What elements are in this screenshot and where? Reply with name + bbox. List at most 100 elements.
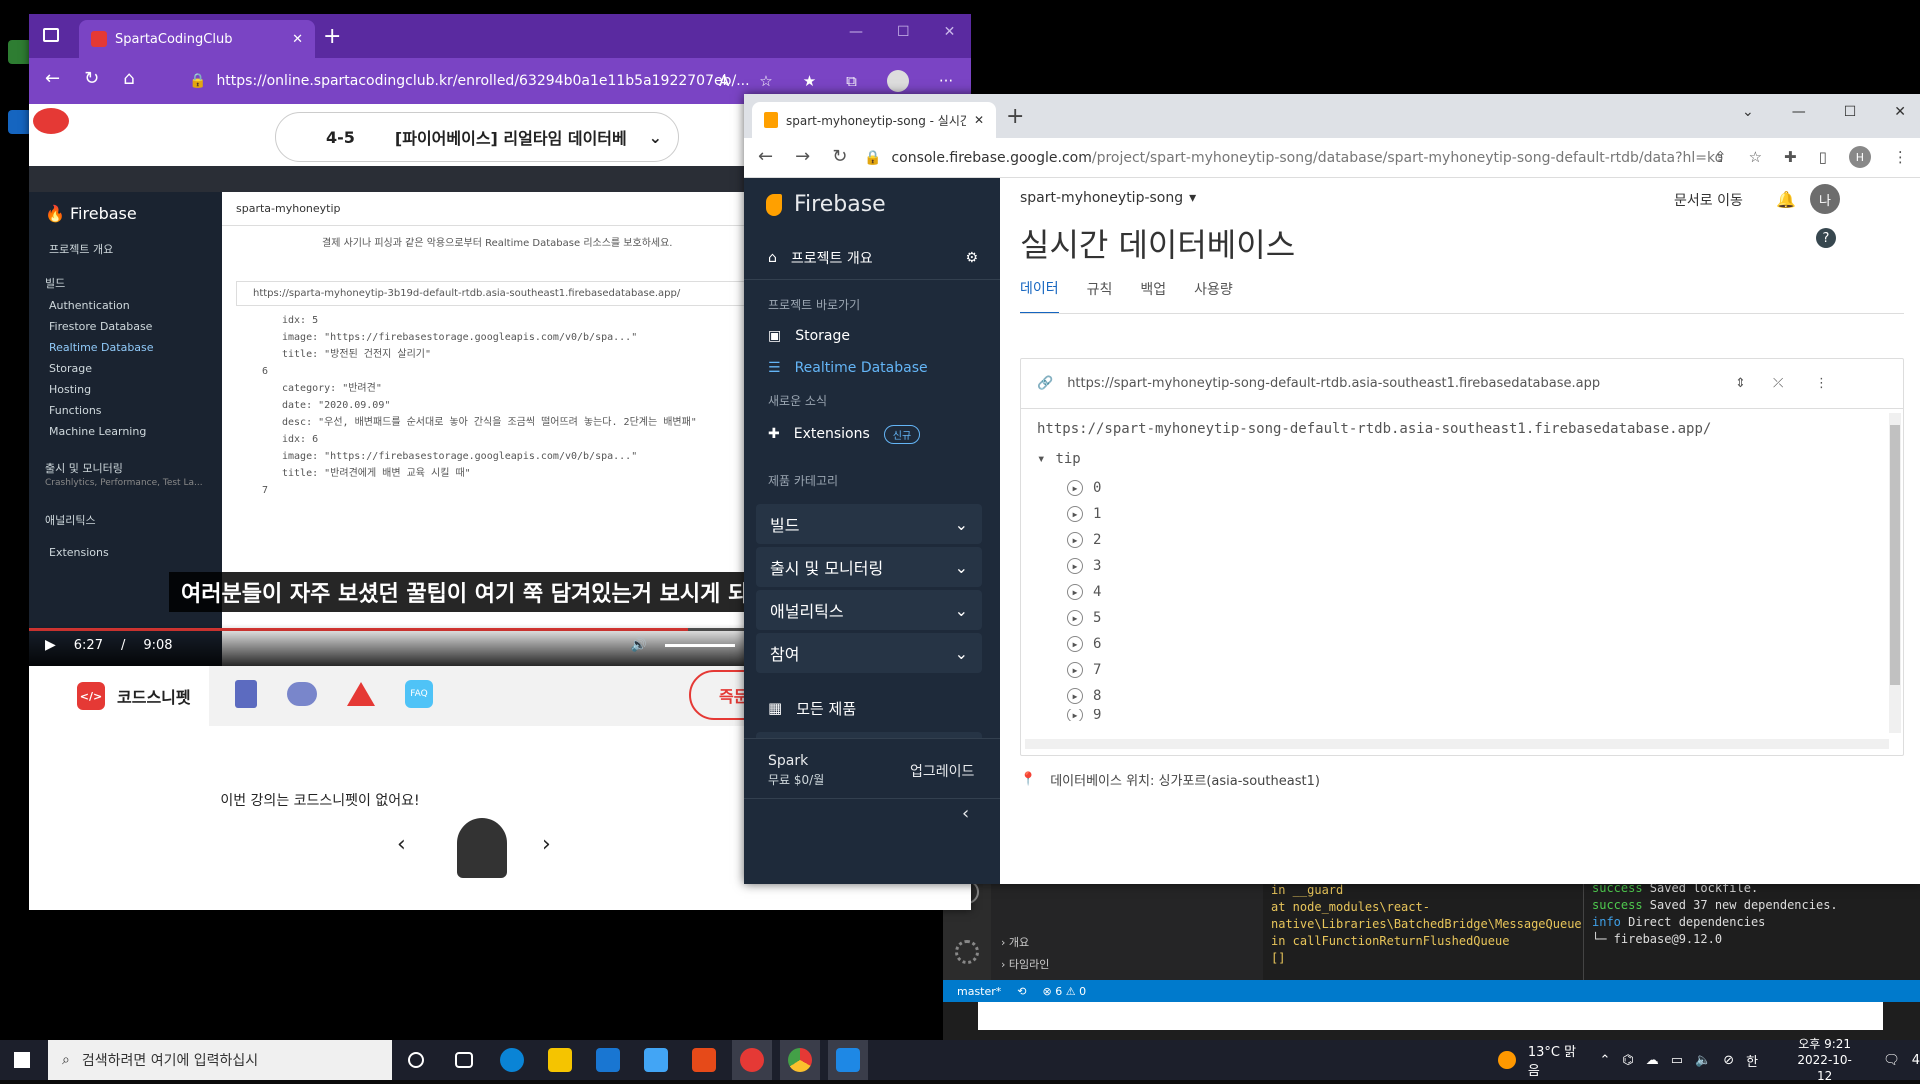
lecture-selector[interactable]: 4-5 [파이어베이스] 리얼타임 데이터베 ⌄ xyxy=(275,112,679,162)
play-icon[interactable]: ▶ xyxy=(45,637,56,653)
new-tab-icon[interactable]: + xyxy=(323,24,341,49)
collections-icon[interactable]: ⧉ xyxy=(846,72,857,90)
weather-icon[interactable] xyxy=(1498,1051,1516,1069)
sparta-app-icon[interactable] xyxy=(732,1040,772,1080)
carousel-next-icon[interactable]: › xyxy=(542,832,551,857)
notifications-bell-icon[interactable]: 🔔 xyxy=(1776,190,1796,209)
close-window-icon[interactable]: ✕ xyxy=(944,24,956,40)
close-tab-icon[interactable]: ✕ xyxy=(292,32,303,47)
side-panel-icon[interactable]: ▯ xyxy=(1819,148,1827,166)
more-menu-icon[interactable]: ⋮ xyxy=(1893,148,1908,166)
tree-child-row[interactable]: ▶ 4 xyxy=(1067,579,1101,605)
maximize-icon[interactable]: ☐ xyxy=(897,24,910,40)
volume-icon[interactable]: 🔈 xyxy=(1695,1053,1711,1068)
problems-count[interactable]: ⊗ 6 ⚠ 0 xyxy=(1043,985,1087,998)
category-release-monitor[interactable]: 출시 및 모니터링 ⌄ xyxy=(756,547,982,587)
more-menu-icon[interactable]: ··· xyxy=(939,72,953,90)
collapse-all-icon[interactable]: ⤫ xyxy=(1773,376,1783,391)
address-bar[interactable]: 🔒 https://online.spartacodingclub.kr/enr… xyxy=(181,65,750,97)
weather-text[interactable]: 13°C 맑음 xyxy=(1528,1041,1588,1079)
tree-child-row[interactable]: ▶ 2 xyxy=(1067,527,1101,553)
collapse-triangle-icon[interactable]: ▾ xyxy=(1037,451,1045,467)
display-icon[interactable]: ▭ xyxy=(1671,1053,1683,1068)
help-icon[interactable]: ? xyxy=(1816,228,1836,248)
bookmark-star-icon[interactable]: ☆ xyxy=(1749,148,1762,166)
settings-gear-icon[interactable] xyxy=(955,940,979,964)
tab-backup[interactable]: 백업 xyxy=(1140,279,1166,313)
horizontal-scrollbar[interactable] xyxy=(1025,739,1889,749)
category-engage[interactable]: 참여 ⌄ xyxy=(756,633,982,673)
ime-indicator[interactable]: 한 xyxy=(1746,1051,1758,1070)
sidebar-item-realtime-database[interactable]: ☰ Realtime Database xyxy=(744,352,928,384)
cortana-icon[interactable] xyxy=(396,1040,436,1080)
close-tab-icon[interactable]: ✕ xyxy=(974,113,984,127)
expand-all-icon[interactable]: ⇕ xyxy=(1735,376,1746,391)
disabled-icon[interactable]: ⊘ xyxy=(1723,1053,1734,1068)
tree-child-row[interactable]: ▶ 9 xyxy=(1067,709,1101,721)
office-icon[interactable] xyxy=(684,1040,724,1080)
outline-section[interactable]: › 개요 xyxy=(991,932,1263,954)
user-avatar[interactable]: 나 xyxy=(1810,184,1840,214)
reload-icon[interactable]: ↻ xyxy=(832,146,847,167)
tree-child-row[interactable]: ▶ 7 xyxy=(1067,657,1101,683)
network-icon[interactable]: ⌬ xyxy=(1622,1053,1633,1068)
minimize-icon[interactable]: — xyxy=(1792,104,1806,120)
volume-slider[interactable] xyxy=(664,643,735,647)
expand-icon[interactable]: ▶ xyxy=(1067,558,1083,574)
expand-icon[interactable]: ▶ xyxy=(1067,709,1083,721)
all-products-item[interactable]: ▦ 모든 제품 xyxy=(744,692,856,724)
expand-icon[interactable]: ▶ xyxy=(1067,584,1083,600)
favorites-icon[interactable]: ★ xyxy=(803,72,816,90)
minimize-icon[interactable]: — xyxy=(849,24,863,40)
task-view-icon[interactable] xyxy=(444,1040,484,1080)
timeline-section[interactable]: › 타임라인 xyxy=(991,954,1263,976)
tree-child-row[interactable]: ▶ 5 xyxy=(1067,605,1101,631)
carousel-prev-icon[interactable]: ‹ xyxy=(397,832,406,857)
warning-icon[interactable] xyxy=(347,682,375,706)
read-aloud-icon[interactable]: A xyxy=(719,72,729,90)
tree-child-row[interactable]: ▶ 1 xyxy=(1067,501,1101,527)
tab-actions-icon[interactable] xyxy=(43,28,59,42)
edge-taskbar-icon[interactable] xyxy=(492,1040,532,1080)
maximize-icon[interactable]: ☐ xyxy=(1844,104,1857,120)
address-bar[interactable]: 🔒 console.firebase.google.com/project/sp… xyxy=(864,143,1724,173)
category-analytics[interactable]: 애널리틱스 ⌄ xyxy=(756,590,982,630)
store-icon[interactable] xyxy=(588,1040,628,1080)
project-selector[interactable]: spart-myhoneytip-song ▾ xyxy=(1020,190,1196,206)
clock[interactable]: 오후 9:21 2022-10-12 xyxy=(1790,1036,1859,1084)
back-icon[interactable]: ← xyxy=(758,146,773,167)
profile-avatar[interactable] xyxy=(886,70,909,92)
vertical-scrollbar[interactable] xyxy=(1889,413,1901,733)
sidebar-item-extensions[interactable]: ✚ Extensions 신규 xyxy=(744,418,921,450)
vscode-taskbar-icon[interactable] xyxy=(828,1040,868,1080)
volume-icon[interactable]: 🔊 xyxy=(631,638,647,653)
expand-icon[interactable]: ▶ xyxy=(1067,506,1083,522)
taskbar-search-box[interactable]: ⌕ 검색하려면 여기에 입력하십시 xyxy=(48,1040,392,1080)
windows-start-icon[interactable] xyxy=(14,1052,30,1068)
tab-usage[interactable]: 사용량 xyxy=(1194,279,1233,313)
more-vert-icon[interactable]: ⋮ xyxy=(1815,376,1828,391)
back-icon[interactable]: ← xyxy=(45,68,60,89)
forward-icon[interactable]: → xyxy=(795,146,810,167)
share-icon[interactable]: ⇪ xyxy=(1714,148,1727,166)
cloud-icon[interactable]: ☁ xyxy=(1646,1053,1659,1068)
scrollbar-thumb[interactable] xyxy=(1890,425,1900,685)
home-icon[interactable]: ⌂ xyxy=(123,68,134,89)
expand-icon[interactable]: ▶ xyxy=(1067,636,1083,652)
close-window-icon[interactable]: ✕ xyxy=(1894,104,1906,120)
tree-child-row[interactable]: ▶ 8 xyxy=(1067,683,1101,709)
tree-node-tip[interactable]: ▾ tip xyxy=(1037,443,1081,475)
project-overview-item[interactable]: ⌂ 프로젝트 개요 ⚙ xyxy=(744,236,1000,280)
tree-child-row[interactable]: ▶ 6 xyxy=(1067,631,1101,657)
expand-icon[interactable]: ▶ xyxy=(1067,532,1083,548)
chat-icon[interactable] xyxy=(287,682,317,706)
tray-chevron-up-icon[interactable]: ⌃ xyxy=(1599,1053,1610,1068)
tab-data[interactable]: 데이터 xyxy=(1020,278,1059,314)
file-explorer-icon[interactable] xyxy=(540,1040,580,1080)
notification-center-icon[interactable]: 🗨 xyxy=(1883,1053,1900,1068)
firebase-brand[interactable]: Firebase xyxy=(766,192,886,217)
expand-icon[interactable]: ▶ xyxy=(1067,688,1083,704)
tab-search-icon[interactable]: ⌄ xyxy=(1742,104,1754,120)
edge-tab-active[interactable]: SpartaCodingClub ✕ xyxy=(79,20,315,58)
refresh-icon[interactable]: ↻ xyxy=(84,68,99,89)
